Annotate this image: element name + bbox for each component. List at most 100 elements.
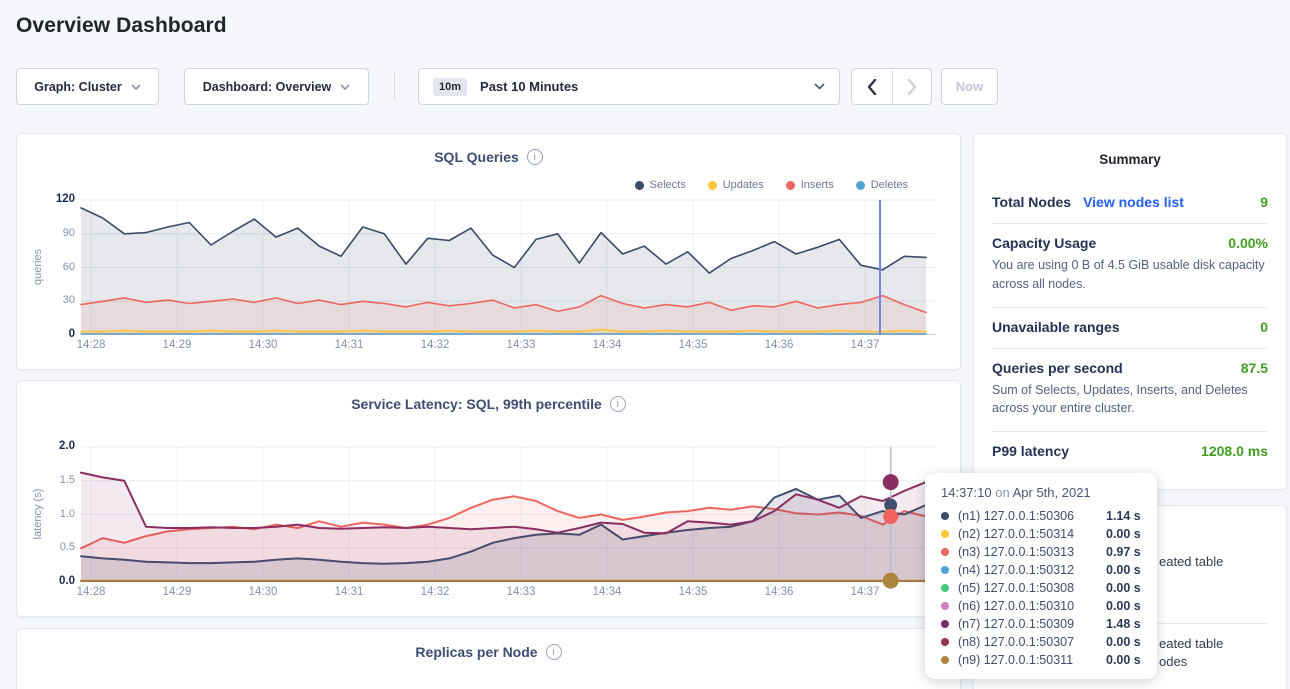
x-axis-tick: 14:33 (499, 339, 543, 351)
service-latency-card: Service Latency: SQL, 99th percentile i … (16, 380, 961, 617)
tooltip-node-value: 0.00 s (1106, 653, 1141, 667)
info-icon[interactable]: i (610, 396, 626, 412)
tooltip-row: (n8) 127.0.0.1:503070.00 s (941, 633, 1143, 651)
legend-item[interactable]: Inserts (786, 179, 834, 191)
view-nodes-link[interactable]: View nodes list (1083, 194, 1184, 210)
x-axis-tick: 14:28 (69, 586, 113, 598)
tooltip-node-value: 0.00 s (1106, 599, 1141, 613)
tooltip-row: (n7) 127.0.0.1:503091.48 s (941, 615, 1143, 633)
unavailable-ranges-row: Unavailable ranges 0 (992, 310, 1268, 335)
x-axis-tick: 14:29 (155, 586, 199, 598)
time-range-badge: 10m (433, 78, 467, 96)
chart-legend: Selects Updates Inserts Deletes (635, 179, 908, 191)
replicas-chart-title: Replicas per Node i (17, 644, 960, 660)
summary-divider (992, 223, 1268, 224)
chevron-down-icon (340, 84, 350, 90)
time-range-selector[interactable]: 10m Past 10 Minutes (418, 68, 840, 105)
capacity-usage-label: Capacity Usage (992, 235, 1096, 251)
replicas-chart-title-text: Replicas per Node (415, 644, 537, 660)
x-axis-tick: 14:29 (155, 339, 199, 351)
summary-divider (992, 348, 1268, 349)
tooltip-node-value: 0.00 s (1106, 635, 1141, 649)
summary-panel: Summary Total Nodes View nodes list 9 Ca… (973, 133, 1287, 490)
tooltip-row: (n6) 127.0.0.1:503100.00 s (941, 597, 1143, 615)
y-axis-tick: 30 (17, 294, 75, 306)
legend-dot (635, 181, 644, 190)
tooltip-node-label: (n3) 127.0.0.1:50313 (958, 545, 1106, 559)
tooltip-node-label: (n9) 127.0.0.1:50311 (958, 653, 1106, 667)
x-axis-tick: 14:31 (327, 339, 371, 351)
legend-item[interactable]: Updates (708, 179, 764, 191)
queries-per-second-value: 87.5 (1241, 360, 1268, 376)
toolbar-divider (394, 72, 395, 101)
tooltip-node-label: (n2) 127.0.0.1:50314 (958, 527, 1106, 541)
replicas-per-node-card: Replicas per Node i (16, 628, 961, 689)
event-item-fragment: odes (1159, 654, 1187, 669)
tooltip-node-label: (n1) 127.0.0.1:50306 (958, 509, 1106, 523)
time-pager (851, 68, 932, 105)
tooltip-node-label: (n7) 127.0.0.1:50309 (958, 617, 1106, 631)
capacity-usage-row: Capacity Usage 0.00% (992, 226, 1268, 251)
node-color-dot (941, 530, 949, 538)
service-latency-chart[interactable]: 0.00.51.01.52.014:2814:2914:3014:3114:32… (17, 447, 962, 607)
summary-title: Summary (992, 152, 1268, 167)
node-color-dot (941, 548, 949, 556)
x-axis-tick: 14:30 (241, 586, 285, 598)
node-color-dot (941, 638, 949, 646)
time-prev-button[interactable] (852, 69, 892, 104)
now-button[interactable]: Now (941, 68, 998, 105)
queries-per-second-caption: Sum of Selects, Updates, Inserts, and De… (992, 381, 1278, 419)
tooltip-row: (n1) 127.0.0.1:503061.14 s (941, 507, 1143, 525)
legend-dot (786, 181, 795, 190)
legend-dot (856, 181, 865, 190)
capacity-usage-caption: You are using 0 B of 4.5 GiB usable disk… (992, 256, 1278, 294)
y-axis-unit-label: queries (32, 249, 44, 285)
x-axis-tick: 14:32 (413, 586, 457, 598)
tooltip-timestamp: 14:37:10 on Apr 5th, 2021 (941, 485, 1143, 500)
tooltip-node-value: 0.00 s (1106, 581, 1141, 595)
tooltip-time: 14:37:10 (941, 485, 992, 500)
info-icon[interactable]: i (527, 149, 543, 165)
dashboard-dropdown[interactable]: Dashboard: Overview (184, 68, 369, 105)
tooltip-node-value: 0.97 s (1106, 545, 1141, 559)
x-axis-tick: 14:37 (843, 339, 887, 351)
sql-queries-chart[interactable]: 030609012014:2814:2914:3014:3114:3214:33… (17, 200, 962, 360)
time-next-button[interactable] (892, 69, 932, 104)
tooltip-node-value: 1.48 s (1106, 617, 1141, 631)
x-axis-tick: 14:36 (757, 586, 801, 598)
x-axis-tick: 14:35 (671, 339, 715, 351)
latency-chart-title: Service Latency: SQL, 99th percentile i (17, 396, 960, 412)
time-range-label: Past 10 Minutes (480, 79, 814, 94)
tooltip-row: (n9) 127.0.0.1:503110.00 s (941, 651, 1143, 669)
node-color-dot (941, 656, 949, 664)
legend-label: Inserts (801, 179, 834, 191)
page-title: Overview Dashboard (16, 14, 227, 38)
tooltip-row: (n3) 127.0.0.1:503130.97 s (941, 543, 1143, 561)
chart-tooltip: 14:37:10 on Apr 5th, 2021 (n1) 127.0.0.1… (925, 473, 1157, 679)
node-color-dot (941, 620, 949, 628)
y-axis-tick: 90 (17, 227, 75, 239)
y-axis-tick: 1.5 (17, 474, 75, 486)
legend-dot (708, 181, 717, 190)
total-nodes-label: Total Nodes (992, 194, 1071, 210)
tooltip-node-value: 1.14 s (1106, 509, 1141, 523)
tooltip-row: (n5) 127.0.0.1:503080.00 s (941, 579, 1143, 597)
node-color-dot (941, 602, 949, 610)
queries-per-second-row: Queries per second 87.5 (992, 351, 1268, 376)
tooltip-node-label: (n6) 127.0.0.1:50310 (958, 599, 1106, 613)
tooltip-connector: on (995, 485, 1009, 500)
tooltip-node-label: (n4) 127.0.0.1:50312 (958, 563, 1106, 577)
x-axis-tick: 14:30 (241, 339, 285, 351)
info-icon[interactable]: i (546, 644, 562, 660)
graph-dropdown-label: Graph: Cluster (34, 80, 122, 94)
dashboard-dropdown-label: Dashboard: Overview (203, 80, 332, 94)
event-item-fragment: eated table (1159, 636, 1223, 651)
tooltip-row: (n2) 127.0.0.1:503140.00 s (941, 525, 1143, 543)
x-axis-tick: 14:31 (327, 586, 371, 598)
legend-item[interactable]: Deletes (856, 179, 908, 191)
graph-dropdown[interactable]: Graph: Cluster (16, 68, 159, 105)
sql-queries-card: SQL Queries i SelectsUpdatesInsertsDelet… (16, 133, 961, 370)
legend-item[interactable]: Selects (635, 179, 686, 191)
x-axis-tick: 14:37 (843, 586, 887, 598)
chevron-left-icon (867, 79, 877, 95)
